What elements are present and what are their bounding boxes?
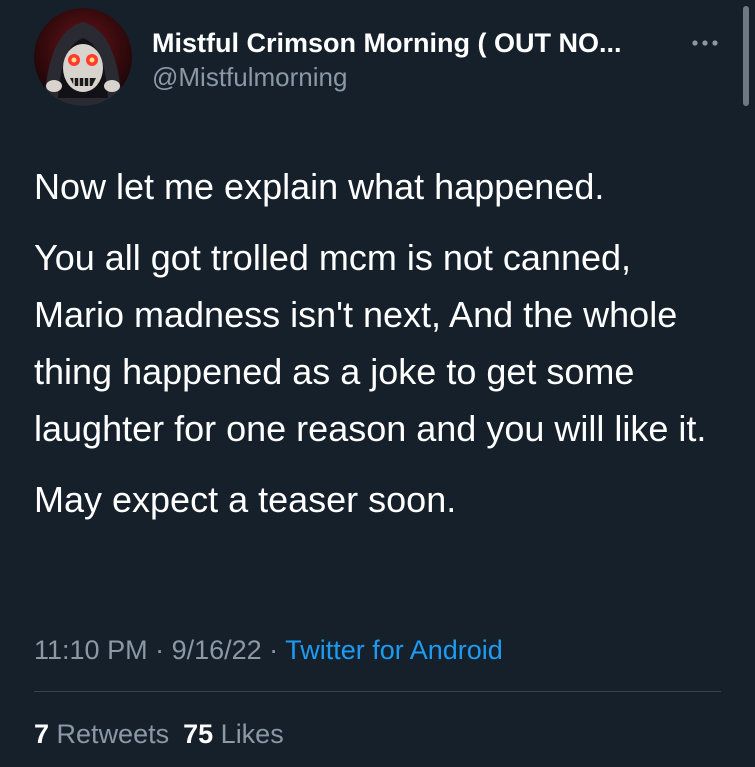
likes-stat[interactable]: 75 Likes	[183, 719, 284, 749]
hooded-figure-avatar-icon	[34, 8, 132, 106]
author-names: Mistful Crimson Morning ( OUT NO... @Mis…	[152, 26, 692, 94]
meta-separator: ·	[147, 635, 172, 665]
tweet-meta: 11:10 PM · 9/16/22 · Twitter for Android	[34, 632, 503, 668]
tweet-time[interactable]: 11:10 PM	[34, 635, 148, 665]
tweet-paragraph: You all got trolled mcm is not canned, M…	[34, 237, 707, 449]
tweet-stats: 7 Retweets 75 Likes	[34, 716, 298, 752]
divider	[34, 691, 721, 692]
retweets-stat[interactable]: 7 Retweets	[34, 719, 169, 749]
avatar[interactable]	[34, 8, 132, 106]
display-name[interactable]: Mistful Crimson Morning ( OUT NO...	[152, 26, 692, 60]
tweet-date[interactable]: 9/16/22	[172, 635, 262, 665]
tweet-source-link[interactable]: Twitter for Android	[285, 635, 503, 665]
retweets-count: 7	[34, 719, 50, 749]
likes-count: 75	[183, 719, 214, 749]
likes-label: Likes	[220, 719, 284, 749]
tweet-paragraph: Now let me explain what happened.	[34, 166, 605, 207]
scrollbar[interactable]	[743, 6, 749, 106]
tweet-text: Now let me explain what happened. You al…	[34, 158, 724, 542]
retweets-label: Retweets	[56, 719, 170, 749]
more-options-icon[interactable]	[690, 36, 720, 50]
meta-separator: ·	[261, 635, 286, 665]
handle[interactable]: @Mistfulmorning	[152, 60, 692, 94]
tweet-paragraph: May expect a teaser soon.	[34, 479, 457, 520]
tweet-header: Mistful Crimson Morning ( OUT NO... @Mis…	[34, 8, 724, 113]
